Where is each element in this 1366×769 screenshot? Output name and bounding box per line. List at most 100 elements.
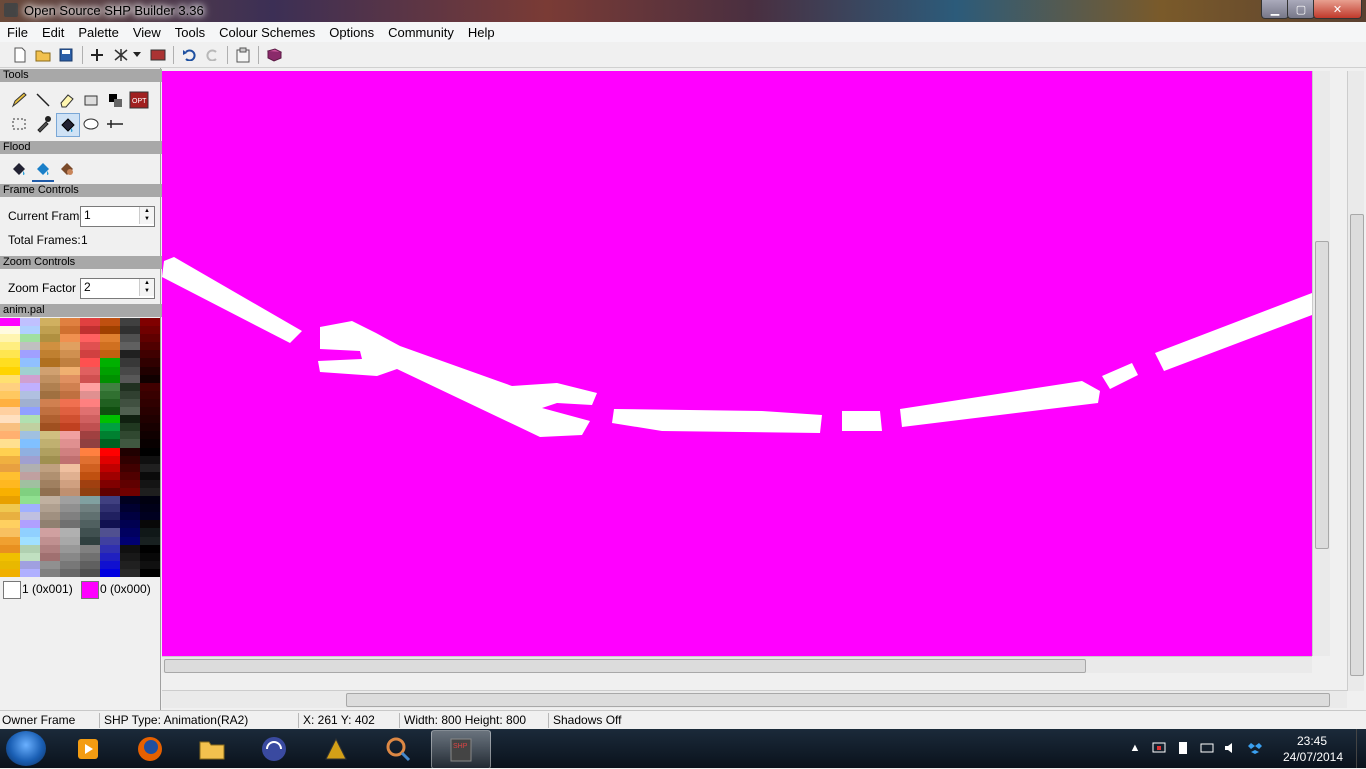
palette-swatch[interactable]: [0, 350, 20, 359]
palette-swatch[interactable]: [60, 544, 80, 553]
palette-swatch[interactable]: [120, 318, 140, 327]
palette-swatch[interactable]: [20, 560, 40, 569]
palette-swatch[interactable]: [120, 431, 140, 440]
palette-swatch[interactable]: [0, 374, 20, 383]
colour-swap-icon[interactable]: [104, 89, 126, 111]
window-vertical-scrollbar[interactable]: [1347, 71, 1364, 691]
palette-swatch[interactable]: [20, 423, 40, 432]
palette-swatch[interactable]: [100, 350, 120, 359]
palette-swatch[interactable]: [100, 366, 120, 375]
palette-swatch[interactable]: [40, 374, 60, 383]
palette-swatch[interactable]: [60, 398, 80, 408]
map-editor-icon[interactable]: [307, 730, 365, 767]
new-file-icon[interactable]: [11, 46, 29, 64]
palette-swatch[interactable]: [40, 568, 60, 577]
palette-swatch[interactable]: [100, 334, 120, 343]
palette-swatch[interactable]: [80, 512, 100, 521]
palette-swatch[interactable]: [20, 544, 40, 553]
eraser-icon[interactable]: [56, 89, 78, 111]
palette-swatch[interactable]: [140, 447, 160, 456]
palette-swatch[interactable]: [140, 504, 160, 513]
palette-swatch[interactable]: [80, 447, 100, 456]
palette-swatch[interactable]: [100, 318, 120, 327]
palette-swatch[interactable]: [140, 390, 160, 399]
palette-swatch[interactable]: [140, 366, 160, 375]
palette-swatch[interactable]: [80, 366, 100, 375]
usb-device-icon[interactable]: [1176, 741, 1190, 755]
palette-swatch[interactable]: [0, 479, 20, 488]
palette-swatch[interactable]: [140, 455, 160, 464]
palette-swatch[interactable]: [80, 358, 100, 367]
palette-swatch[interactable]: [60, 536, 80, 545]
palette-swatch[interactable]: [140, 520, 160, 529]
select-rect-icon[interactable]: [8, 113, 30, 135]
palette-swatch[interactable]: [60, 560, 80, 569]
menu-tools[interactable]: Tools: [168, 25, 212, 40]
palette-swatch[interactable]: [20, 504, 40, 513]
palette-swatch[interactable]: [40, 390, 60, 399]
palette-swatch[interactable]: [20, 407, 40, 416]
spin-arrows-icon[interactable]: ▲ ▼: [139, 279, 154, 296]
palette-swatch[interactable]: [120, 487, 140, 497]
spin-arrows-icon[interactable]: ▲ ▼: [139, 207, 154, 224]
palette-swatch[interactable]: [140, 439, 160, 448]
palette-swatch[interactable]: [140, 568, 160, 577]
secondary-colour-swatch[interactable]: [81, 581, 99, 599]
palette-swatch[interactable]: [120, 366, 140, 375]
palette-swatch[interactable]: [60, 390, 80, 399]
add-frame-icon[interactable]: [88, 46, 106, 64]
volume-icon[interactable]: [1224, 741, 1238, 755]
palette-swatch[interactable]: [20, 374, 40, 383]
palette-swatch[interactable]: [0, 431, 20, 440]
palette-swatch[interactable]: [60, 528, 80, 537]
palette-swatch[interactable]: [120, 390, 140, 399]
palette-swatch[interactable]: [20, 512, 40, 521]
palette-swatch[interactable]: [120, 350, 140, 359]
palette-swatch[interactable]: [60, 342, 80, 351]
palette-swatch[interactable]: [40, 326, 60, 335]
palette-swatch[interactable]: [40, 544, 60, 553]
palette-swatch[interactable]: [0, 455, 20, 464]
palette-swatch[interactable]: [140, 479, 160, 488]
menu-options[interactable]: Options: [322, 25, 381, 40]
palette-swatch[interactable]: [100, 568, 120, 577]
palette-swatch[interactable]: [60, 487, 80, 497]
palette-swatch[interactable]: [140, 544, 160, 553]
palette-swatch[interactable]: [100, 374, 120, 383]
palette-swatch[interactable]: [80, 568, 100, 577]
palette-swatch[interactable]: [80, 390, 100, 399]
palette-swatch[interactable]: [100, 423, 120, 432]
palette-swatch[interactable]: [20, 455, 40, 464]
palette-swatch[interactable]: [60, 334, 80, 343]
vertical-scroll-thumb[interactable]: [1315, 241, 1329, 549]
palette-swatch[interactable]: [20, 496, 40, 505]
palette-swatch[interactable]: [20, 471, 40, 480]
palette-swatch[interactable]: [140, 431, 160, 440]
palette-swatch[interactable]: [80, 398, 100, 408]
palette-swatch[interactable]: [0, 463, 20, 472]
palette-swatch[interactable]: [100, 455, 120, 464]
palette-swatch[interactable]: [0, 382, 20, 391]
palette-swatch[interactable]: [100, 358, 120, 367]
palette-swatch[interactable]: [100, 407, 120, 416]
palette-swatch[interactable]: [20, 342, 40, 351]
palette-swatch[interactable]: [120, 382, 140, 391]
palette-swatch[interactable]: [120, 471, 140, 480]
palette-swatch[interactable]: [20, 479, 40, 488]
canvas-horizontal-scrollbar[interactable]: [162, 656, 1312, 673]
palette-swatch[interactable]: [80, 350, 100, 359]
palette-swatch[interactable]: [40, 496, 60, 505]
palette-swatch[interactable]: [120, 520, 140, 529]
palette-swatch[interactable]: [60, 512, 80, 521]
palette-swatch[interactable]: [60, 318, 80, 327]
palette-swatch[interactable]: [40, 398, 60, 408]
palette-swatch[interactable]: [0, 358, 20, 367]
palette-swatch[interactable]: [40, 382, 60, 391]
palette-swatch[interactable]: [20, 447, 40, 456]
palette-swatch[interactable]: [140, 382, 160, 391]
menu-file[interactable]: File: [0, 25, 35, 40]
palette-swatch[interactable]: [80, 318, 100, 327]
palette-swatch[interactable]: [60, 447, 80, 456]
flood-fill-normal-icon[interactable]: [8, 158, 30, 180]
line-icon[interactable]: [32, 89, 54, 111]
